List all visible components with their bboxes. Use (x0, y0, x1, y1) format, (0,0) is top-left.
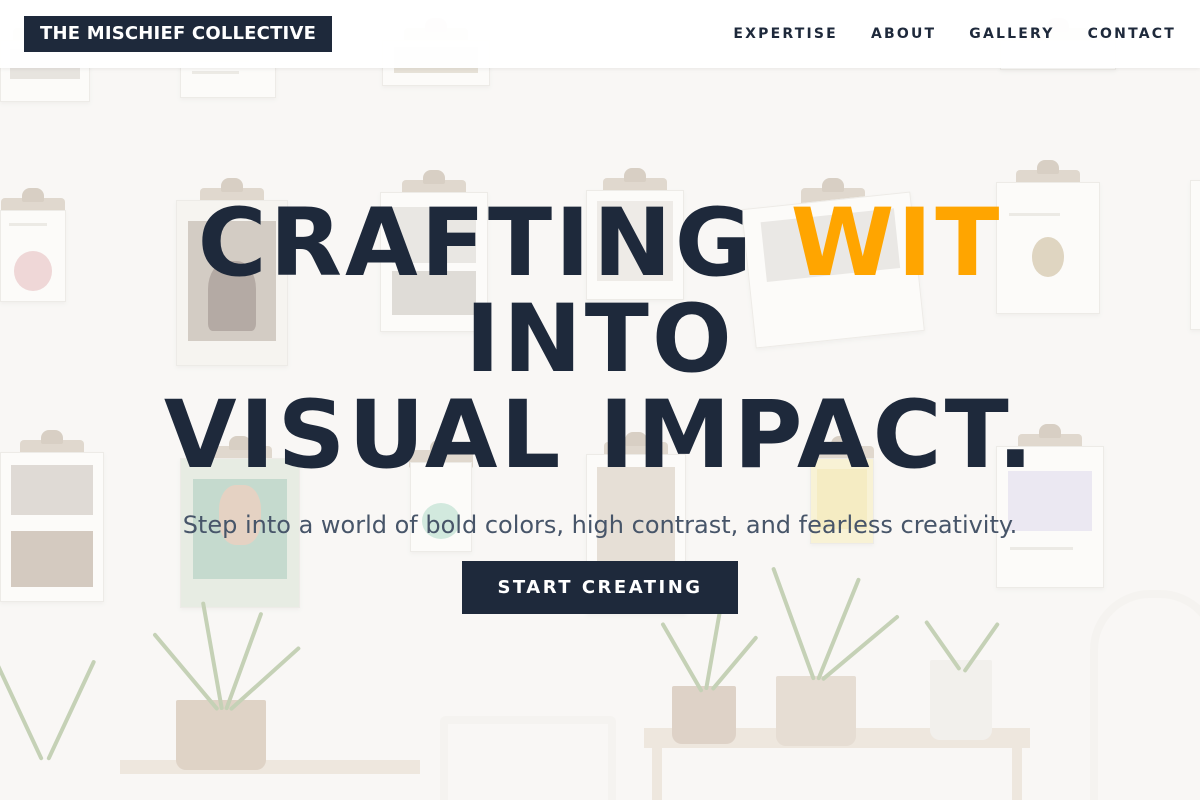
headline-accent-word: WIT (790, 189, 1003, 298)
nav-link-about[interactable]: ABOUT (871, 26, 936, 42)
nav-link-gallery[interactable]: GALLERY (969, 26, 1054, 42)
headline-line-2: INTO (465, 285, 735, 394)
site-header: THE MISCHIEF COLLECTIVE EXPERTISE ABOUT … (0, 0, 1200, 68)
hero-headline: CRAFTING WIT INTO VISUAL IMPACT. (0, 196, 1200, 484)
hero-subtitle: Step into a world of bold colors, high c… (182, 511, 1018, 539)
start-creating-button[interactable]: START CREATING (462, 561, 738, 614)
site-logo[interactable]: THE MISCHIEF COLLECTIVE (24, 16, 333, 52)
main-nav: EXPERTISE ABOUT GALLERY CONTACT (733, 0, 1176, 68)
nav-link-contact[interactable]: CONTACT (1088, 26, 1176, 42)
headline-line-1: CRAFTING WIT (0, 196, 1200, 292)
headline-line-3: VISUAL IMPACT. (163, 381, 1037, 490)
hero-section: CRAFTING WIT INTO VISUAL IMPACT. Step in… (0, 68, 1200, 800)
headline-text: CRAFTING (197, 189, 791, 298)
nav-link-expertise[interactable]: EXPERTISE (733, 26, 838, 42)
